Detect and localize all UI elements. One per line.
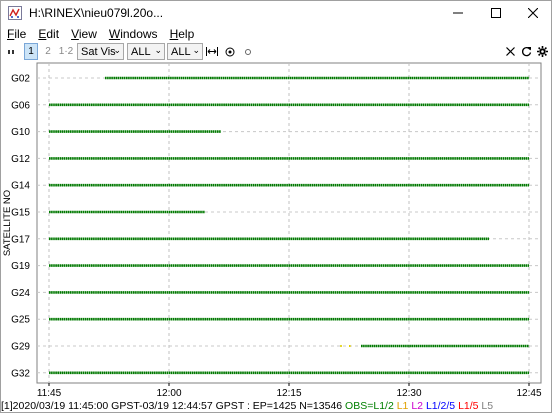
- y-tick-label: G12: [11, 154, 30, 165]
- close-icon: [505, 47, 515, 56]
- y-tick-label: G32: [11, 368, 30, 379]
- y-tick-label: G02: [11, 74, 30, 85]
- maximize-button[interactable]: [479, 1, 513, 25]
- y-tick-label: G06: [11, 100, 30, 111]
- y-tick-label: G10: [11, 127, 30, 138]
- reload-button[interactable]: [519, 43, 533, 60]
- plot-type-select[interactable]: Sat Vis ⌄: [77, 43, 124, 60]
- menu-bar: File Edit View Windows Help: [1, 25, 551, 43]
- app-window: H:\RINEX\nieu079l.20o... File Edit View …: [0, 0, 552, 413]
- title-bar: H:\RINEX\nieu079l.20o...: [1, 1, 551, 25]
- menu-help[interactable]: Help: [164, 25, 201, 43]
- menu-edit[interactable]: Edit: [32, 25, 65, 43]
- satellite-filter-select[interactable]: ALL ⌄: [167, 43, 203, 60]
- chevron-down-icon: ⌄: [154, 45, 162, 55]
- minimize-icon: [453, 12, 463, 14]
- menu-file[interactable]: File: [1, 25, 32, 43]
- y-tick-label: G24: [11, 288, 30, 299]
- x-tick-label: 12:45: [516, 388, 541, 397]
- reload-icon: [521, 47, 531, 57]
- chevron-down-icon: ⌄: [113, 45, 121, 55]
- observation-point-g29: [349, 345, 351, 347]
- plot-area[interactable]: 11:45 12:00 12:15 12:30 12:45 G02 G06 G10 G12 G14…: [1, 61, 551, 399]
- frequency-1-2-button[interactable]: 1·2: [58, 43, 74, 60]
- y-tick-label: G19: [11, 261, 30, 272]
- minimize-button[interactable]: [441, 1, 475, 25]
- frequency-2-button[interactable]: 2: [41, 43, 55, 60]
- settings-button[interactable]: [535, 43, 549, 60]
- status-info: [1]2020/03/19 11:45:00 GPST-03/19 12:44:…: [1, 399, 346, 412]
- legend-l5: L5: [481, 399, 494, 412]
- x-tick-label: 11:45: [37, 388, 62, 397]
- x-tick-label: 12:00: [156, 388, 181, 397]
- toolbar-grip-icon: [5, 43, 17, 60]
- status-bar: [1]2020/03/19 11:45:00 GPST-03/19 12:44:…: [1, 398, 551, 413]
- close-icon: [528, 8, 538, 18]
- observation-filter-value: ALL: [131, 45, 151, 58]
- x-tick-label: 12:15: [276, 388, 301, 397]
- legend-l15: L1/5: [458, 399, 482, 412]
- gear-icon: [536, 46, 548, 57]
- close-button[interactable]: [516, 1, 550, 25]
- legend-l1: L1: [396, 399, 412, 412]
- observation-point-g29: [340, 345, 342, 347]
- toolbar: 1 2 1·2 Sat Vis ⌄ ALL ⌄ ALL ⌄: [1, 43, 551, 60]
- y-tick-label: G25: [11, 315, 30, 326]
- legend-l2: L2: [411, 399, 426, 412]
- frequency-1-button[interactable]: 1: [24, 43, 38, 60]
- show-track-button[interactable]: [241, 43, 255, 60]
- menu-view[interactable]: View: [65, 25, 103, 43]
- observation-filter-select[interactable]: ALL ⌄: [127, 43, 165, 60]
- center-origin-button[interactable]: [223, 43, 237, 60]
- chevron-down-icon: ⌄: [192, 45, 200, 55]
- window-title: H:\RINEX\nieu079l.20o...: [29, 6, 164, 20]
- clear-button[interactable]: [503, 43, 517, 60]
- legend-l125: L1/2/5: [425, 399, 459, 412]
- legend-obs-l12: OBS=L1/2: [345, 399, 397, 412]
- menu-windows[interactable]: Windows: [103, 25, 164, 43]
- target-icon: [225, 47, 235, 56]
- y-axis-label: SATELLITE NO: [2, 190, 13, 256]
- maximize-icon: [491, 8, 501, 18]
- fit-horizontal-icon: [206, 47, 218, 56]
- satellite-visibility-chart[interactable]: 11:45 12:00 12:15 12:30 12:45 G02 G06 G10 G12 G14…: [1, 61, 551, 399]
- fit-horizontal-button[interactable]: [205, 43, 219, 60]
- rtkplot-app-icon: [8, 6, 22, 20]
- y-tick-label: G15: [11, 208, 30, 219]
- x-tick-label: 12:30: [396, 388, 421, 397]
- y-tick-label: G14: [11, 181, 30, 192]
- small-circle-icon: [245, 48, 251, 55]
- y-tick-label: G29: [11, 342, 30, 353]
- satellite-filter-value: ALL: [171, 45, 191, 58]
- plot-type-value: Sat Vis: [81, 45, 116, 58]
- y-tick-label: G17: [11, 234, 30, 245]
